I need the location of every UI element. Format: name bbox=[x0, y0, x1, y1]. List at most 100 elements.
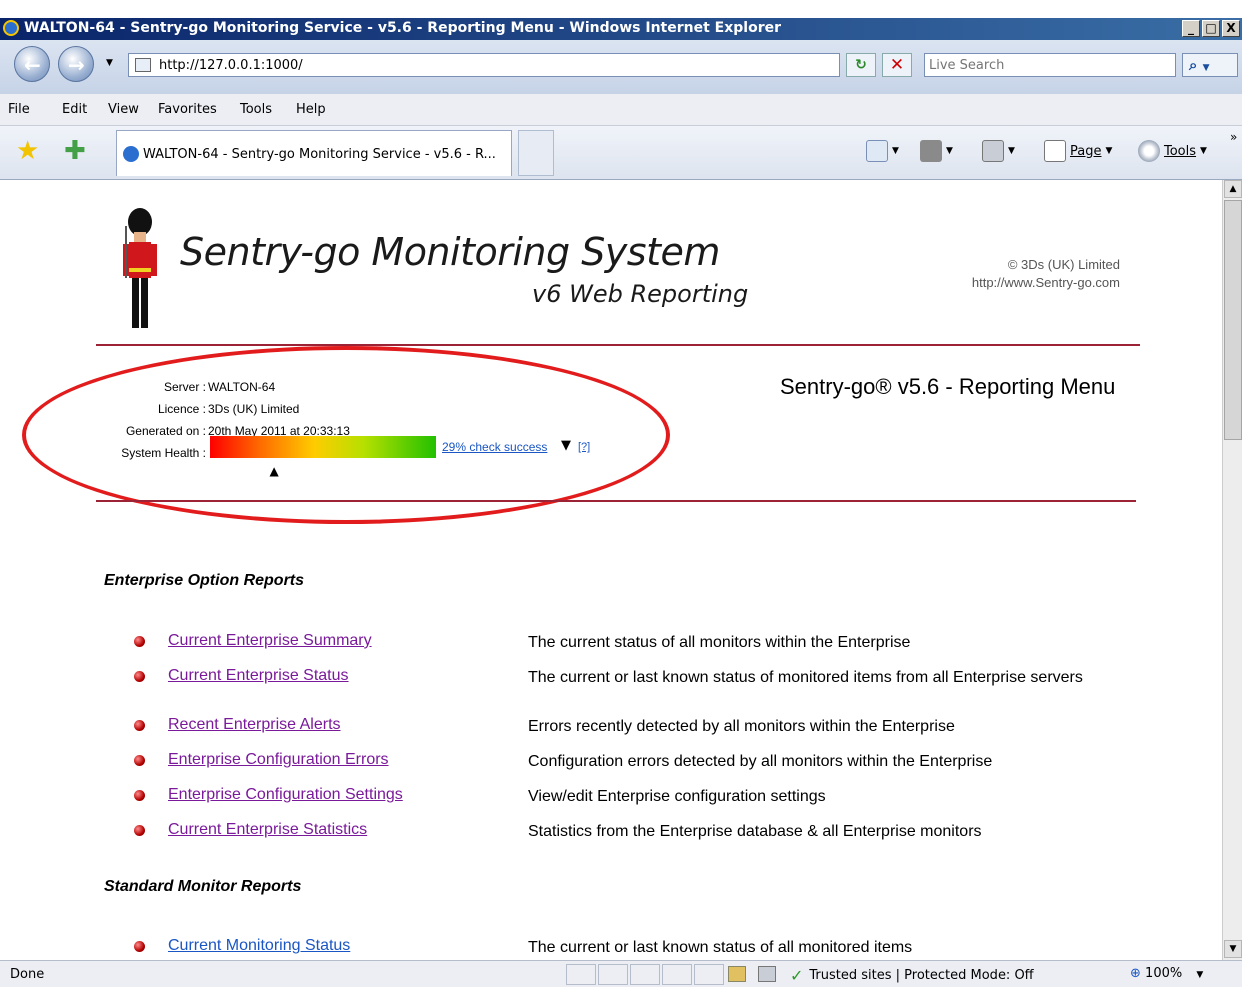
add-favorite-icon[interactable]: ✚ bbox=[64, 136, 86, 166]
favorites-bar: ★ ✚ WALTON-64 - Sentry-go Monitoring Ser… bbox=[0, 126, 1242, 180]
navigation-bar: ← → ▼ http://127.0.0.1:1000/ ▼ ↻ ✕ ⌕ ▼ bbox=[0, 40, 1242, 94]
bottom-divider bbox=[96, 500, 1136, 502]
new-tab-button[interactable] bbox=[518, 130, 554, 176]
bullet-icon bbox=[134, 790, 145, 801]
page-menu-button[interactable]: Page ▼ bbox=[1044, 140, 1112, 162]
search-box[interactable] bbox=[924, 53, 1176, 77]
status-segment bbox=[566, 964, 596, 985]
back-arrow-icon: ← bbox=[24, 53, 41, 77]
lock-icon[interactable] bbox=[728, 966, 746, 982]
report-link[interactable]: Current Enterprise Summary bbox=[168, 632, 372, 650]
minimize-button[interactable]: _ bbox=[1182, 20, 1200, 37]
ie-tab-icon bbox=[123, 146, 139, 162]
menu-favorites[interactable]: Favorites bbox=[158, 102, 217, 117]
report-description: The current or last known status of all … bbox=[528, 939, 913, 956]
trusted-check-icon: ✓ bbox=[790, 966, 804, 985]
tab-title: WALTON-64 - Sentry-go Monitoring Service… bbox=[143, 147, 496, 162]
search-icon: ⌕ bbox=[1189, 56, 1198, 74]
home-button[interactable]: ▼ bbox=[866, 140, 899, 162]
gear-icon bbox=[1138, 140, 1160, 162]
status-bar: Done ✓ Trusted sites | Protected Mode: O… bbox=[0, 960, 1242, 987]
back-button[interactable]: ← bbox=[14, 46, 50, 82]
status-segment bbox=[630, 964, 660, 985]
address-bar[interactable]: http://127.0.0.1:1000/ ▼ bbox=[128, 53, 965, 77]
print-button[interactable]: ▼ bbox=[982, 140, 1015, 162]
browser-tab[interactable]: WALTON-64 - Sentry-go Monitoring Service… bbox=[116, 130, 512, 176]
menu-help[interactable]: Help bbox=[296, 102, 326, 117]
report-description: Statistics from the Enterprise database … bbox=[528, 823, 982, 840]
bullet-icon bbox=[134, 636, 145, 647]
favorites-star-icon[interactable]: ★ bbox=[16, 136, 39, 166]
bullet-icon bbox=[134, 671, 145, 682]
forward-arrow-icon: → bbox=[68, 53, 85, 77]
bullet-icon bbox=[134, 720, 145, 731]
search-button[interactable]: ⌕ ▼ bbox=[1182, 53, 1238, 77]
address-text: http://127.0.0.1:1000/ bbox=[159, 58, 303, 73]
refresh-button[interactable]: ↻ bbox=[846, 53, 876, 77]
scroll-up-button[interactable]: ▲ bbox=[1224, 180, 1242, 198]
printer-icon bbox=[982, 140, 1004, 162]
popup-blocker-icon[interactable] bbox=[758, 966, 776, 982]
search-input[interactable] bbox=[929, 55, 1169, 75]
report-link[interactable]: Current Enterprise Statistics bbox=[168, 821, 367, 839]
forward-button[interactable]: → bbox=[58, 46, 94, 82]
status-segment bbox=[694, 964, 724, 985]
status-segment bbox=[598, 964, 628, 985]
rss-feed-icon bbox=[920, 140, 942, 162]
reporting-menu-title: Sentry-go® v5.6 - Reporting Menu bbox=[780, 374, 1116, 399]
top-divider bbox=[96, 344, 1140, 346]
security-zone[interactable]: ✓ Trusted sites | Protected Mode: Off bbox=[790, 966, 1034, 985]
title-bar: WALTON-64 - Sentry-go Monitoring Service… bbox=[0, 18, 1242, 40]
scroll-thumb[interactable] bbox=[1224, 200, 1242, 440]
home-icon bbox=[866, 140, 888, 162]
window-title: WALTON-64 - Sentry-go Monitoring Service… bbox=[24, 20, 782, 36]
report-description: The current or last known status of moni… bbox=[528, 669, 1083, 686]
report-link[interactable]: Current Monitoring Status bbox=[168, 937, 350, 955]
menu-bar: File Edit View Favorites Tools Help bbox=[0, 94, 1242, 126]
bullet-icon bbox=[134, 755, 145, 766]
report-description: View/edit Enterprise configuration setti… bbox=[528, 788, 826, 805]
copyright-block: © 3Ds (UK) Limited http://www.Sentry-go.… bbox=[912, 256, 1120, 292]
report-link[interactable]: Recent Enterprise Alerts bbox=[168, 716, 341, 734]
menu-view[interactable]: View bbox=[108, 102, 139, 117]
maximize-button[interactable]: □ bbox=[1202, 20, 1220, 37]
zoom-control[interactable]: ⊕ 100% ▼ bbox=[1130, 966, 1203, 981]
ie-logo-icon bbox=[3, 20, 19, 36]
status-segment bbox=[662, 964, 692, 985]
enterprise-section-title: Enterprise Option Reports bbox=[104, 572, 305, 589]
page-content: Sentry-go Monitoring System v6 Web Repor… bbox=[8, 180, 1222, 960]
stop-button[interactable]: ✕ bbox=[882, 53, 912, 77]
vertical-scrollbar[interactable]: ▲ ▼ bbox=[1222, 180, 1242, 960]
report-link[interactable]: Enterprise Configuration Settings bbox=[168, 786, 403, 804]
scroll-down-button[interactable]: ▼ bbox=[1224, 940, 1242, 958]
page-menu-label: Page bbox=[1070, 143, 1102, 159]
bullet-icon bbox=[134, 941, 145, 952]
menu-edit[interactable]: Edit bbox=[62, 102, 87, 117]
report-description: The current status of all monitors withi… bbox=[528, 634, 911, 651]
website-text: http://www.Sentry-go.com bbox=[971, 275, 1120, 290]
report-description: Errors recently detected by all monitors… bbox=[528, 718, 955, 735]
zoom-icon: ⊕ bbox=[1130, 966, 1141, 981]
history-dropdown-icon[interactable]: ▼ bbox=[106, 58, 113, 68]
standard-section-title: Standard Monitor Reports bbox=[104, 878, 302, 895]
more-chevron-icon[interactable]: » bbox=[1230, 130, 1237, 144]
report-link[interactable]: Current Enterprise Status bbox=[168, 667, 349, 685]
menu-tools[interactable]: Tools bbox=[240, 102, 272, 117]
guardsman-logo-icon bbox=[123, 208, 157, 328]
feeds-button[interactable]: ▼ bbox=[920, 140, 953, 162]
menu-file[interactable]: File bbox=[8, 102, 30, 117]
bullet-icon bbox=[134, 825, 145, 836]
annotation-circle bbox=[22, 346, 670, 524]
status-text: Done bbox=[10, 967, 45, 982]
report-description: Configuration errors detected by all mon… bbox=[528, 753, 993, 770]
page-icon bbox=[1044, 140, 1066, 162]
tools-menu-label: Tools bbox=[1164, 143, 1197, 159]
page-icon bbox=[135, 58, 151, 72]
copyright-text: © 3Ds (UK) Limited bbox=[1007, 257, 1120, 272]
zone-text: Trusted sites | Protected Mode: Off bbox=[809, 968, 1034, 983]
report-link[interactable]: Enterprise Configuration Errors bbox=[168, 751, 389, 769]
tools-menu-button[interactable]: Tools ▼ bbox=[1138, 140, 1207, 162]
window-controls: _ □ X bbox=[1182, 20, 1240, 37]
zoom-level: 100% bbox=[1145, 966, 1183, 981]
close-button[interactable]: X bbox=[1222, 20, 1240, 37]
